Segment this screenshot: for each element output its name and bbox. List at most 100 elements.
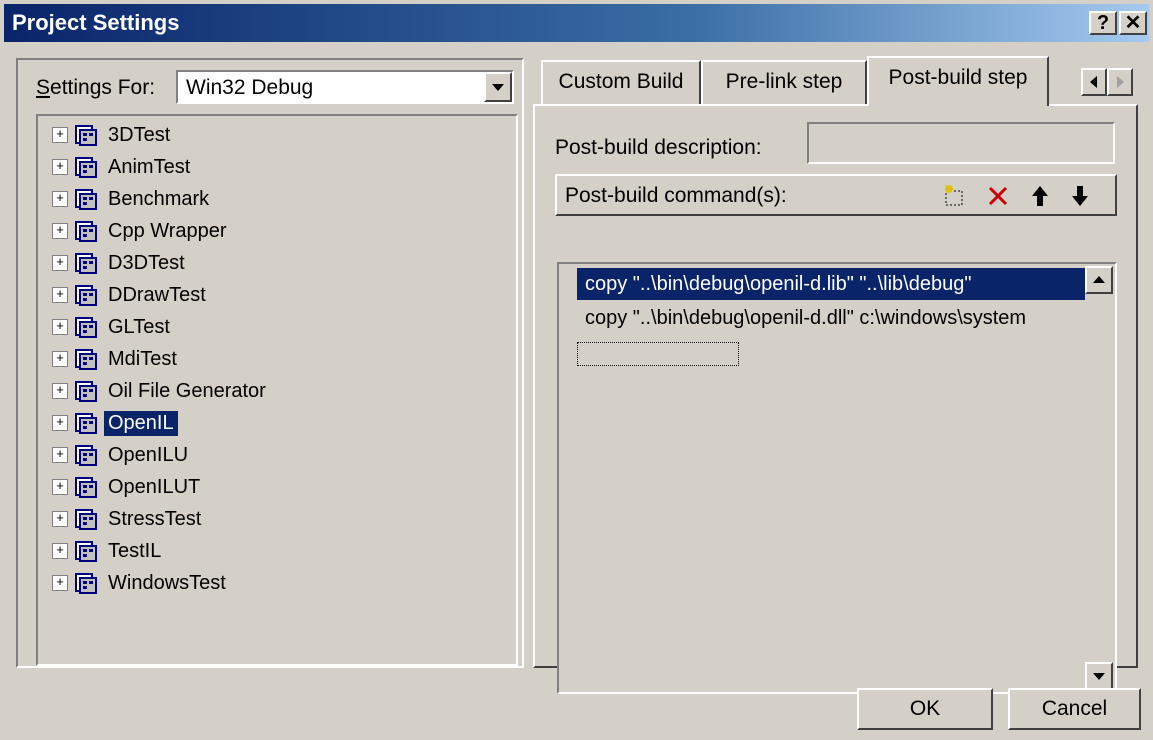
- commands-listbox[interactable]: copy "..\bin\debug\openil-d.lib" "..\lib…: [557, 262, 1117, 694]
- tree-item-label: OpenILUT: [108, 475, 201, 498]
- project-icon: [74, 475, 98, 499]
- project-icon: [74, 155, 98, 179]
- tree-item-animtest[interactable]: + AnimTest: [52, 152, 194, 182]
- post-build-description-label: Post-build description:: [555, 136, 762, 159]
- command-row[interactable]: copy "..\bin\debug\openil-d.dll" c:\wind…: [577, 302, 1093, 334]
- tree-item-label: 3DTest: [108, 123, 171, 146]
- project-icon: [74, 187, 98, 211]
- tree-item-windowstest[interactable]: + WindowsTest: [52, 568, 230, 598]
- tree-item-openilut[interactable]: + OpenILUT: [52, 472, 204, 502]
- tree-item-label: TestIL: [108, 539, 162, 562]
- expand-icon[interactable]: +: [52, 287, 68, 303]
- tree-item-openilu[interactable]: + OpenILU: [52, 440, 192, 470]
- new-command-placeholder[interactable]: [577, 342, 739, 366]
- tree-item-label: DDrawTest: [108, 283, 206, 306]
- command-row[interactable]: copy "..\bin\debug\openil-d.lib" "..\lib…: [577, 268, 1093, 300]
- scroll-up-icon: [1093, 276, 1105, 283]
- tree-item-label: StressTest: [108, 507, 202, 530]
- tab-scroll-right-icon: [1117, 76, 1124, 88]
- expand-icon[interactable]: +: [52, 223, 68, 239]
- project-icon: [74, 539, 98, 563]
- tree-item-3dtest[interactable]: +3DTest: [52, 120, 174, 150]
- new-command-icon[interactable]: [941, 183, 967, 209]
- tab-control: Custom Build Pre-link step Post-build st…: [533, 56, 1138, 694]
- project-icon: [74, 443, 98, 467]
- tab-scroll-right-button[interactable]: [1107, 68, 1133, 96]
- expand-icon[interactable]: +: [52, 447, 68, 463]
- tree-item-label: OpenILU: [108, 443, 189, 466]
- expand-icon[interactable]: +: [52, 319, 68, 335]
- tab-scroll-left-icon: [1090, 76, 1097, 88]
- tree-item-label: GLTest: [108, 315, 170, 338]
- move-up-icon[interactable]: [1027, 183, 1053, 209]
- settings-for-label-rest: ettings For:: [50, 76, 156, 99]
- tree-item-mditest[interactable]: + MdiTest: [52, 344, 181, 374]
- tree-item-label: OpenIL: [104, 410, 178, 436]
- project-icon: [74, 571, 98, 595]
- project-icon: [74, 219, 98, 243]
- tree-item-label: MdiTest: [108, 347, 177, 370]
- dialog-title: Project Settings: [12, 10, 180, 35]
- expand-icon[interactable]: +: [52, 191, 68, 207]
- scroll-down-button[interactable]: [1085, 662, 1113, 690]
- expand-icon[interactable]: +: [52, 415, 68, 431]
- tree-item-openil[interactable]: + OpenIL: [52, 408, 178, 438]
- scroll-up-button[interactable]: [1085, 266, 1113, 294]
- project-icon: [74, 379, 98, 403]
- expand-icon[interactable]: +: [52, 127, 68, 143]
- commands-scrollbar[interactable]: [1085, 266, 1113, 690]
- expand-icon[interactable]: +: [52, 255, 68, 271]
- tab-post-build-step[interactable]: Post-build step: [867, 56, 1049, 106]
- tree-item-cpp-wrapper[interactable]: + Cpp Wrapper: [52, 216, 231, 246]
- settings-for-combo[interactable]: Win32 Debug: [176, 70, 514, 104]
- tab-custom-build[interactable]: Custom Build: [541, 60, 701, 104]
- project-icon: [74, 411, 98, 435]
- tree-item-testil[interactable]: + TestIL: [52, 536, 165, 566]
- post-build-description-input[interactable]: [807, 122, 1115, 164]
- tree-item-oil-file-generator[interactable]: + Oil File Generator: [52, 376, 270, 406]
- expand-icon[interactable]: +: [52, 543, 68, 559]
- tree-item-label: Cpp Wrapper: [108, 219, 227, 242]
- project-icon: [74, 507, 98, 531]
- close-button[interactable]: ✕: [1119, 11, 1147, 35]
- tab-scroll-left-button[interactable]: [1081, 68, 1107, 96]
- project-tree[interactable]: +3DTest + AnimTest + Benchmark + Cpp Wrapper + D…: [36, 114, 518, 666]
- tree-item-label: Oil File Generator: [108, 379, 266, 402]
- scroll-down-icon: [1093, 673, 1105, 680]
- project-icon: [74, 123, 98, 147]
- project-settings-dialog: Project Settings ? ✕ Settings For: Win32…: [0, 0, 1153, 740]
- help-button[interactable]: ?: [1089, 11, 1117, 35]
- expand-icon[interactable]: +: [52, 159, 68, 175]
- cancel-button[interactable]: Cancel: [1008, 688, 1141, 730]
- tree-item-ddrawtest[interactable]: + DDrawTest: [52, 280, 210, 310]
- tree-item-gltest[interactable]: + GLTest: [52, 312, 174, 342]
- project-icon: [74, 283, 98, 307]
- move-down-icon[interactable]: [1067, 183, 1093, 209]
- ok-button[interactable]: OK: [857, 688, 993, 730]
- combo-dropdown-button[interactable]: [484, 72, 512, 102]
- expand-icon[interactable]: +: [52, 511, 68, 527]
- tree-item-d3dtest[interactable]: + D3DTest: [52, 248, 189, 278]
- settings-panel: Settings For: Win32 Debug +3DTest + AnimTe…: [16, 58, 524, 668]
- post-build-tab-page: Post-build description: Post-build comma…: [533, 104, 1138, 694]
- delete-icon[interactable]: [985, 183, 1011, 209]
- tree-item-benchmark[interactable]: + Benchmark: [52, 184, 213, 214]
- tree-item-label: AnimTest: [108, 155, 191, 178]
- commands-label: Post-build command(s):: [565, 184, 787, 207]
- tree-item-label: Benchmark: [108, 187, 210, 210]
- commands-header: Post-build command(s):: [555, 174, 1117, 216]
- settings-for-label: Settings For:: [36, 76, 156, 99]
- tree-item-stresstest[interactable]: + StressTest: [52, 504, 205, 534]
- expand-icon[interactable]: +: [52, 351, 68, 367]
- title-bar[interactable]: Project Settings ? ✕: [4, 4, 1149, 42]
- expand-icon[interactable]: +: [52, 383, 68, 399]
- dropdown-arrow-icon: [492, 84, 504, 91]
- project-icon: [74, 347, 98, 371]
- tab-pre-link-step[interactable]: Pre-link step: [701, 60, 867, 104]
- expand-icon[interactable]: +: [52, 575, 68, 591]
- settings-for-value: Win32 Debug: [186, 76, 314, 99]
- project-icon: [74, 315, 98, 339]
- expand-icon[interactable]: +: [52, 479, 68, 495]
- tree-item-label: D3DTest: [108, 251, 185, 274]
- project-icon: [74, 251, 98, 275]
